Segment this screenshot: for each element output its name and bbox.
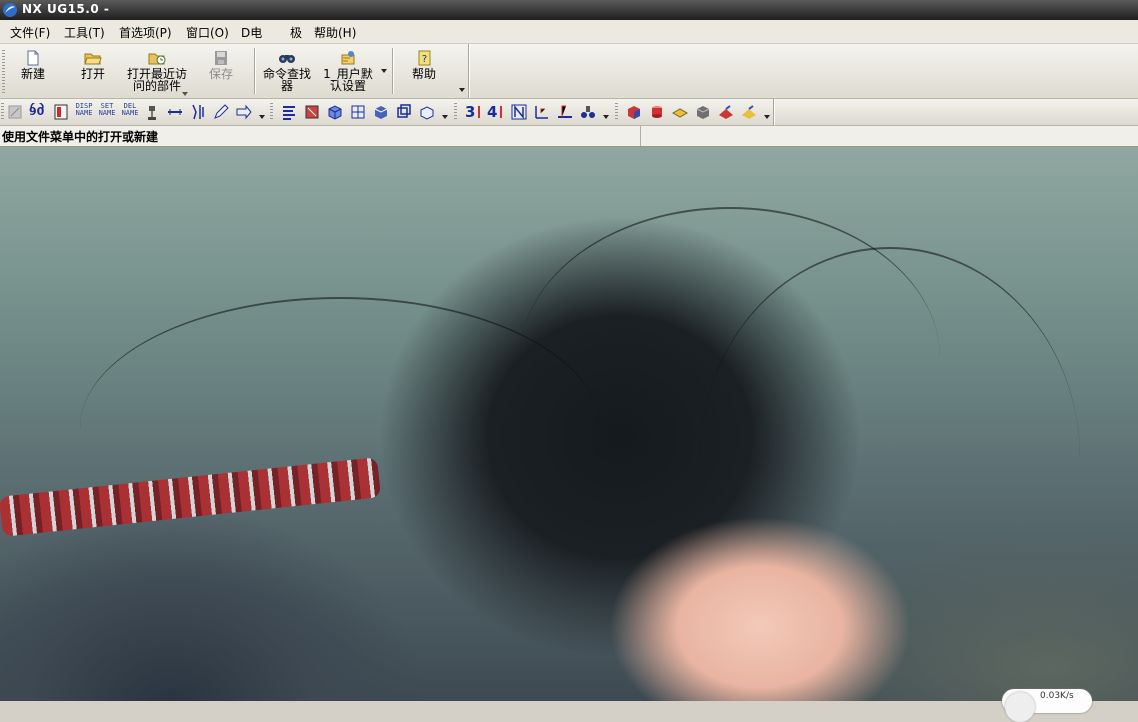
command-finder-label-2: 器 — [280, 79, 293, 93]
user-defaults-icon — [341, 51, 355, 65]
open-recent-label-2: 问的部件 — [132, 79, 181, 93]
user-defaults-label-2: 认设置 — [329, 79, 366, 93]
cylinder-icon[interactable] — [648, 103, 666, 121]
recent-parts-icon — [148, 53, 166, 65]
menu-ji[interactable]: 极 — [290, 24, 302, 41]
solid-shaded-icon[interactable] — [625, 103, 643, 121]
status-divider — [640, 126, 641, 146]
nx-logo-icon — [3, 3, 17, 17]
rotate-90-label: 90 — [29, 105, 45, 118]
open-recent-button[interactable]: 打开最近访 问的部件 — [124, 47, 190, 97]
help-book-icon: ? — [418, 50, 431, 66]
sketch-icon[interactable] — [303, 103, 321, 121]
command-finder-button[interactable]: 命令查找 器 — [260, 47, 314, 97]
toolbar-grip[interactable] — [615, 103, 618, 121]
toolbar-separator — [392, 48, 394, 94]
align-icon[interactable] — [280, 103, 298, 121]
disp-name-label[interactable]: DISP NAME — [74, 103, 94, 117]
menu-d-elec[interactable]: D电 — [241, 24, 262, 41]
box-feature-icon[interactable] — [326, 103, 344, 121]
edge-blend-icon[interactable] — [717, 103, 735, 121]
hammer-icon[interactable] — [143, 103, 161, 121]
toolbar-end-separator — [773, 99, 775, 125]
save-button[interactable]: 保存 — [202, 47, 240, 97]
save-button-label: 保存 — [208, 67, 233, 81]
network-speed-widget[interactable]: 0.03K/s — [1002, 689, 1092, 722]
grid-icon[interactable] — [349, 103, 367, 121]
standard-toolbar: 新建 打开 打开最近访 问的部件 保存 命令查找 器 1_用户默 认设置 ? 帮… — [0, 44, 1138, 99]
photo-hair-strand — [700, 247, 1080, 669]
binoculars-icon — [279, 55, 295, 63]
new-button[interactable]: 新建 — [14, 47, 52, 97]
svg-text:?: ? — [422, 54, 427, 65]
rollers-icon[interactable] — [579, 103, 597, 121]
menu-bar: 文件(F) 工具(T) 首选项(P) 窗口(O) D电 极 帮助(H) — [0, 20, 1138, 44]
view-3-marker-icon — [478, 106, 480, 118]
toolbar-end-separator — [468, 44, 470, 98]
slab-icon[interactable] — [671, 103, 689, 121]
save-disk-icon — [215, 51, 227, 65]
view-orient-icon[interactable] — [418, 103, 436, 121]
toolbar-grip[interactable] — [454, 103, 457, 121]
open-button[interactable]: 打开 — [74, 47, 112, 97]
toolbar2-group3-dropdown-icon[interactable] — [603, 115, 609, 119]
menu-window[interactable]: 窗口(O) — [186, 24, 229, 41]
open-folder-icon — [84, 53, 102, 65]
toolbar-grip[interactable] — [2, 50, 5, 94]
toolbar-options-dropdown-icon[interactable] — [459, 88, 465, 92]
show-hide-icon[interactable] — [6, 103, 24, 121]
title-bar: NX UG15.0 - — [0, 0, 1138, 20]
new-button-label: 新建 — [20, 67, 45, 81]
graphics-window-background-photo[interactable] — [0, 147, 1138, 701]
menu-preferences[interactable]: 首选项(P) — [119, 24, 172, 41]
toolbar-grip[interactable] — [270, 103, 273, 121]
n-view-icon[interactable] — [510, 103, 528, 121]
user-defaults-dropdown-icon[interactable] — [381, 69, 387, 73]
gray-cube-icon[interactable] — [694, 103, 712, 121]
arrow-right-icon[interactable] — [235, 103, 253, 121]
toolbar-grip[interactable] — [1, 103, 4, 121]
icon-toolbar: 90 DISP NAME SET NAME DEL NAME 3 4 — [0, 99, 1138, 126]
network-speed-ring-icon — [1005, 692, 1035, 722]
toolbar2-group2-dropdown-icon[interactable] — [442, 115, 448, 119]
open-button-label: 打开 — [80, 67, 105, 81]
toolbar-separator — [254, 48, 256, 94]
corner-view-icon[interactable] — [533, 103, 551, 121]
menu-file[interactable]: 文件(F) — [10, 24, 50, 41]
network-speed-text: 0.03K/s — [1040, 691, 1074, 701]
menu-tools[interactable]: 工具(T) — [64, 24, 105, 41]
photo-hair-strand — [80, 297, 600, 559]
status-message: 使用文件菜单中的打开或新建 — [2, 130, 159, 144]
recent-dropdown-arrow-icon[interactable] — [182, 92, 188, 96]
toolbar2-group4-dropdown-icon[interactable] — [764, 115, 770, 119]
help-button-label: 帮助 — [411, 67, 436, 81]
wireframe-box-icon[interactable] — [395, 103, 413, 121]
tools-icon[interactable] — [189, 103, 207, 121]
window-title: NX UG15.0 - — [22, 2, 110, 16]
layer-settings-icon[interactable] — [52, 103, 70, 121]
floor-view-icon[interactable] — [556, 103, 574, 121]
menu-help[interactable]: 帮助(H) — [314, 24, 356, 41]
user-defaults-button[interactable]: 1_用户默 认设置 — [320, 47, 376, 97]
status-bar: 使用文件菜单中的打开或新建 — [0, 126, 1138, 147]
view-3-button[interactable]: 3 — [465, 103, 475, 121]
measure-icon[interactable] — [166, 103, 184, 121]
pencil-icon[interactable] — [212, 103, 230, 121]
set-name-label[interactable]: SET NAME — [97, 103, 117, 117]
shaded-body-icon[interactable] — [372, 103, 390, 121]
toolbar2-group1-dropdown-icon[interactable] — [259, 115, 265, 119]
help-button[interactable]: ? 帮助 — [404, 47, 444, 97]
del-name-label[interactable]: DEL NAME — [120, 103, 140, 117]
chamfer-icon[interactable] — [740, 103, 758, 121]
new-file-icon — [27, 50, 39, 66]
